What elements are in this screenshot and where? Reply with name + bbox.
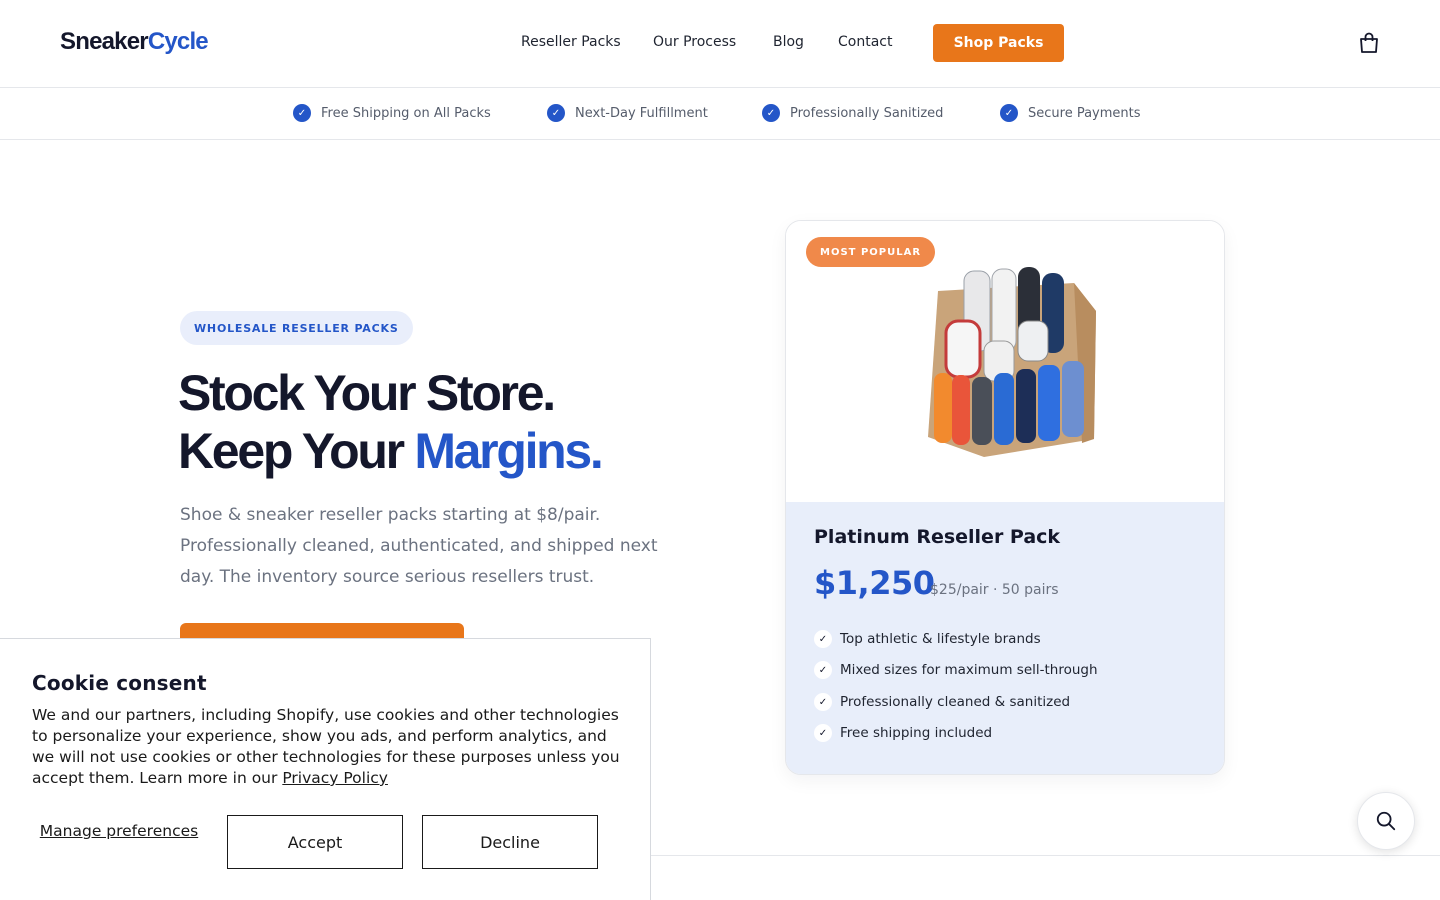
most-popular-badge: MOST POPULAR <box>806 237 936 267</box>
trust-item-sanitized: ✓ Professionally Sanitized <box>762 104 943 122</box>
trust-item-shipping: ✓ Free Shipping on All Packs <box>293 104 491 122</box>
shopping-bag-icon[interactable] <box>1357 31 1381 55</box>
check-icon: ✓ <box>814 693 832 711</box>
cookie-text: We and our partners, including Shopify, … <box>32 705 622 789</box>
trust-bar: ✓ Free Shipping on All Packs ✓ Next-Day Fu… <box>0 88 1440 140</box>
logo-text-sneaker: Sneaker <box>60 28 149 55</box>
hero-subtext: Shoe & sneaker reseller packs starting a… <box>180 505 658 587</box>
manage-preferences-link[interactable]: Manage preferences <box>32 822 206 841</box>
cookie-consent-banner: Cookie consent We and our partners, incl… <box>0 638 651 900</box>
nav-blog[interactable]: Blog <box>773 34 804 50</box>
trust-label: Secure Payments <box>1028 105 1141 121</box>
nav-reseller-packs[interactable]: Reseller Packs <box>521 34 621 50</box>
headline-line-2: Keep Your Margins. <box>178 422 604 480</box>
trust-item-fulfillment: ✓ Next-Day Fulfillment <box>547 104 708 122</box>
product-image-area: MOST POPULAR <box>786 221 1224 502</box>
product-card-body: Platinum Reseller Pack $1,250 $25/pair ·… <box>786 502 1224 774</box>
feature-item: ✓ Professionally cleaned & sanitized <box>814 693 1070 711</box>
accept-button[interactable]: Accept <box>227 815 403 869</box>
search-button[interactable] <box>1357 792 1415 850</box>
pack-price: $1,250 <box>814 564 935 602</box>
feature-item: ✓ Top athletic & lifestyle brands <box>814 630 1041 648</box>
check-icon: ✓ <box>1000 104 1018 122</box>
headline-prefix: Keep Your <box>178 423 415 479</box>
logo[interactable]: SneakerCycle <box>60 28 209 56</box>
shop-packs-button[interactable]: Shop Packs <box>933 24 1064 62</box>
trust-label: Professionally Sanitized <box>790 105 944 121</box>
trust-label: Next-Day Fulfillment <box>575 105 708 121</box>
trust-item-payments: ✓ Secure Payments <box>1000 104 1141 122</box>
check-icon: ✓ <box>293 104 311 122</box>
section-divider <box>650 855 1440 856</box>
feature-label: Mixed sizes for maximum sell-through <box>840 662 1098 678</box>
cookie-title: Cookie consent <box>32 671 207 695</box>
nav-our-process[interactable]: Our Process <box>653 34 736 50</box>
sneaker-box-image <box>928 267 1096 457</box>
search-icon <box>1376 811 1396 831</box>
check-icon: ✓ <box>814 661 832 679</box>
feature-label: Professionally cleaned & sanitized <box>840 694 1071 710</box>
check-icon: ✓ <box>814 724 832 742</box>
headline-highlight: Margins. <box>414 423 604 479</box>
product-card[interactable]: MOST POPULAR Platinum Reseller Pack $1,2… <box>785 220 1225 775</box>
feature-item: ✓ Free shipping included <box>814 724 992 742</box>
feature-label: Top athletic & lifestyle brands <box>840 631 1041 647</box>
site-header: SneakerCycle Reseller Packs Our Process … <box>0 0 1440 88</box>
pack-title: Platinum Reseller Pack <box>814 526 1061 548</box>
feature-label: Free shipping included <box>840 725 993 741</box>
feature-item: ✓ Mixed sizes for maximum sell-through <box>814 661 1098 679</box>
trust-label: Free Shipping on All Packs <box>321 105 491 121</box>
hero-badge: WHOLESALE RESELLER PACKS <box>180 311 413 345</box>
check-icon: ✓ <box>762 104 780 122</box>
pack-price-meta: $25/pair · 50 pairs <box>930 582 1059 598</box>
check-icon: ✓ <box>547 104 565 122</box>
privacy-policy-link[interactable]: Privacy Policy <box>282 769 388 787</box>
nav-contact[interactable]: Contact <box>838 34 892 50</box>
logo-text-cycle: Cycle <box>147 28 209 55</box>
headline-line-1: Stock Your Store. <box>178 365 556 421</box>
hero-headline: Stock Your Store. Keep Your Margins. <box>178 364 604 480</box>
decline-button[interactable]: Decline <box>422 815 598 869</box>
check-icon: ✓ <box>814 630 832 648</box>
